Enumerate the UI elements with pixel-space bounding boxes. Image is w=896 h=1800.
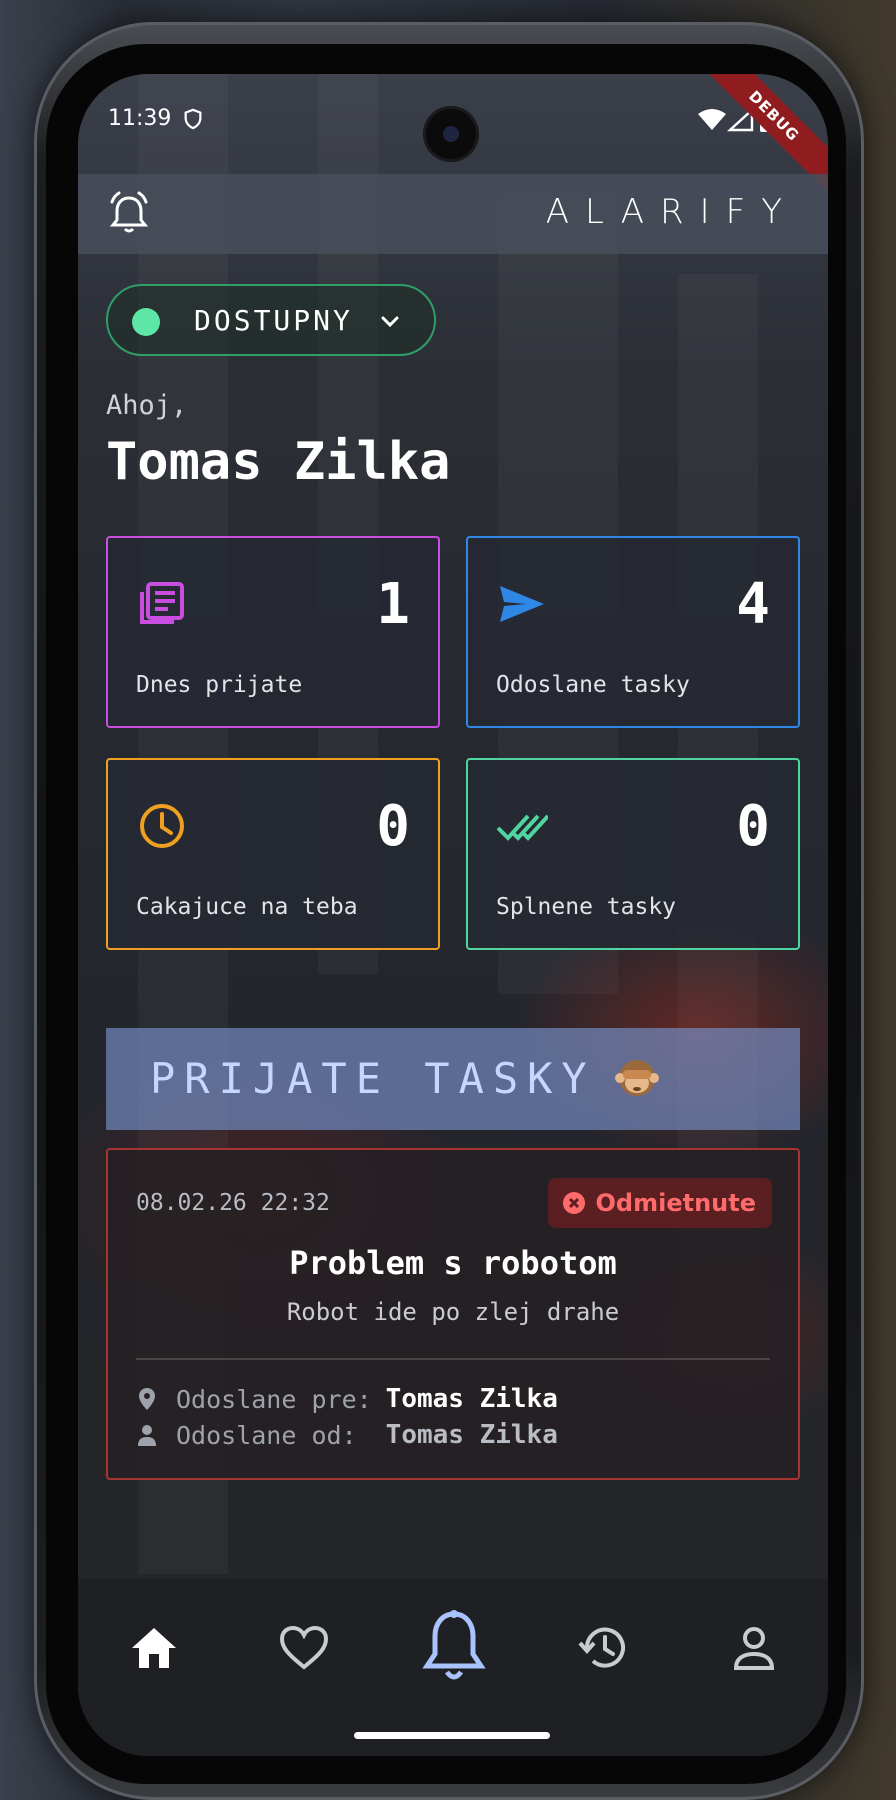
cancel-icon (562, 1192, 585, 1214)
front-camera (423, 106, 479, 162)
greeting-text: Ahoj, (106, 390, 188, 421)
stat-label: Odoslane tasky (496, 672, 690, 698)
status-time: 11:39 (108, 106, 172, 131)
status-bar: 11:39 DEBUG (78, 74, 828, 199)
person-icon (138, 1425, 156, 1446)
availability-dot (132, 308, 160, 336)
stat-value: 0 (376, 794, 410, 859)
task-title: Problem s robotom (289, 1244, 617, 1282)
stat-card-received-today[interactable]: 1 Dnes prijate (106, 536, 440, 728)
person-icon (733, 1627, 775, 1670)
home-icon (132, 1628, 176, 1668)
stat-value: 0 (736, 794, 770, 859)
stat-card-waiting[interactable]: 0 Cakajuce na teba (106, 758, 440, 950)
user-name: Tomas Zilka (106, 432, 451, 492)
section-header-received-tasks: PRIJATE TASKY (106, 1028, 800, 1130)
bell-icon (422, 1610, 486, 1680)
nav-alarm[interactable] (414, 1598, 494, 1698)
stat-label: Splnene tasky (496, 894, 677, 920)
newspaper-icon (140, 582, 184, 624)
nav-favorites[interactable] (264, 1608, 344, 1688)
divider (136, 1358, 770, 1360)
clock-icon (140, 804, 184, 848)
nav-home[interactable] (114, 1608, 194, 1688)
stat-value: 1 (376, 572, 410, 637)
status-badge-label: Odmietnute (595, 1189, 757, 1217)
task-description: Robot ide po zlej drahe (286, 1298, 620, 1326)
nav-profile[interactable] (714, 1608, 794, 1688)
stat-card-completed[interactable]: 0 Splnene tasky (466, 758, 800, 950)
task-date: 08.02.26 22:32 (136, 1190, 330, 1216)
bottom-navigation (78, 1578, 828, 1756)
sent-to-value: Tomas Zilka (385, 1384, 558, 1414)
stat-label: Cakajuce na teba (136, 894, 358, 920)
sent-to-row: Odoslane pre: Tomas Zilka (136, 1382, 558, 1416)
app-bar: ALARIFY (78, 174, 828, 254)
stat-card-sent-tasks[interactable]: 4 Odoslane tasky (466, 536, 800, 728)
nav-history[interactable] (564, 1608, 644, 1688)
status-badge: Odmietnute (547, 1178, 772, 1228)
availability-label: DOSTUPNY (194, 304, 353, 337)
location-pin-icon (139, 1388, 155, 1410)
double-check-icon (496, 814, 548, 841)
see-no-evil-monkey-icon (615, 1060, 659, 1096)
availability-dropdown[interactable]: DOSTUPNY (106, 284, 436, 356)
section-title: PRIJATE TASKY (150, 1054, 596, 1103)
stat-label: Dnes prijate (136, 672, 303, 698)
sent-to-label: Odoslane pre: (176, 1384, 372, 1414)
history-icon (578, 1627, 625, 1668)
sent-from-value: Tomas Zilka (385, 1420, 558, 1450)
stat-value: 4 (736, 572, 770, 637)
chevron-down-icon (381, 316, 399, 328)
shield-icon (184, 108, 202, 130)
app-logo: ALARIFY (545, 192, 798, 232)
wifi-icon (698, 109, 726, 130)
sent-from-label: Odoslane od: (176, 1420, 372, 1450)
sent-from-row: Odoslane od: Tomas Zilka (136, 1418, 558, 1452)
alarm-bell-icon[interactable] (104, 188, 154, 238)
heart-icon (279, 1625, 329, 1670)
phone-screen: 11:39 DEBUG ALARIFY DOSTUPNY Ahoj, Tomas (78, 74, 828, 1756)
home-indicator[interactable] (354, 1732, 550, 1739)
task-card[interactable]: 08.02.26 22:32 Odmietnute Problem s robo… (106, 1148, 800, 1480)
send-icon (500, 586, 544, 622)
